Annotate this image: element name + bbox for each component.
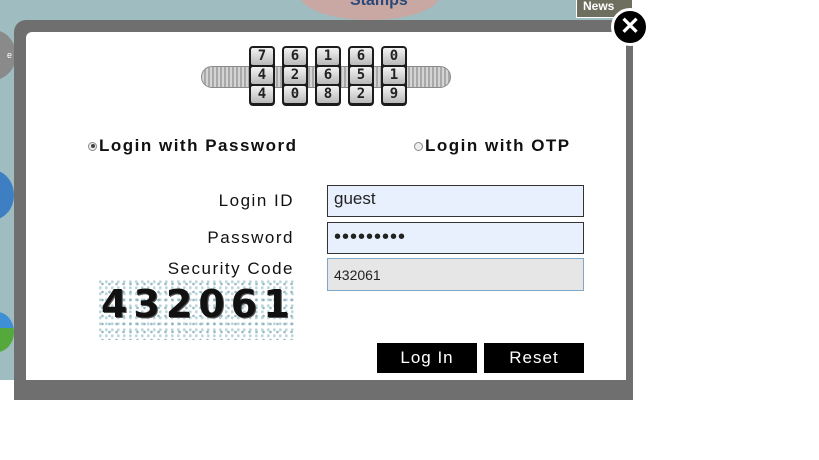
reset-button[interactable]: Reset — [484, 343, 584, 373]
lock-wheel: 6 5 2 — [348, 46, 374, 106]
lock-digit: 4 — [251, 67, 273, 84]
login-modal: 7 4 4 6 2 0 1 6 8 6 5 2 0 1 9 Login with… — [26, 32, 626, 380]
lock-digit: 6 — [350, 48, 372, 65]
lock-digit: 2 — [284, 67, 306, 84]
login-id-input[interactable]: guest — [327, 185, 584, 217]
lock-wheel: 0 1 9 — [381, 46, 407, 106]
password-radio[interactable] — [88, 141, 97, 151]
background-page-title: Stamps — [350, 0, 408, 9]
lock-digit: 1 — [317, 48, 339, 65]
globe-icon — [0, 170, 14, 220]
login-with-otp-option[interactable]: Login with OTP — [414, 136, 571, 156]
lock-wheel: 1 6 8 — [315, 46, 341, 106]
close-icon[interactable]: ✕ — [611, 8, 649, 46]
combination-lock-logo: 7 4 4 6 2 0 1 6 8 6 5 2 0 1 9 — [201, 46, 451, 108]
login-with-password-option[interactable]: Login with Password — [88, 136, 298, 156]
lock-wheel: 6 2 0 — [282, 46, 308, 106]
captcha-image: 432061 — [99, 280, 295, 340]
background-icon — [0, 312, 14, 352]
password-input[interactable]: ••••••••• — [327, 222, 584, 254]
captcha-text: 432061 — [101, 282, 295, 326]
otp-radio[interactable] — [414, 141, 423, 151]
lock-digit: 7 — [251, 48, 273, 65]
security-code-input[interactable]: 432061 — [327, 258, 584, 291]
password-label: Password — [207, 228, 294, 247]
login-button[interactable]: Log In — [377, 343, 477, 373]
lock-digit: 2 — [350, 86, 372, 103]
login-with-password-label: Login with Password — [99, 136, 298, 155]
lock-digit: 6 — [317, 67, 339, 84]
lock-digit: 9 — [383, 86, 405, 103]
lock-digit: 0 — [383, 48, 405, 65]
lock-digit: 8 — [317, 86, 339, 103]
lock-digit: 0 — [284, 86, 306, 103]
lock-digit: 4 — [251, 86, 273, 103]
login-with-otp-label: Login with OTP — [425, 136, 571, 155]
lock-digit: 6 — [284, 48, 306, 65]
security-code-label: Security Code — [167, 259, 294, 278]
lock-digit: 1 — [383, 67, 405, 84]
lock-wheel: 7 4 4 — [249, 46, 275, 106]
login-id-label: Login ID — [218, 191, 294, 210]
lock-digit: 5 — [350, 67, 372, 84]
